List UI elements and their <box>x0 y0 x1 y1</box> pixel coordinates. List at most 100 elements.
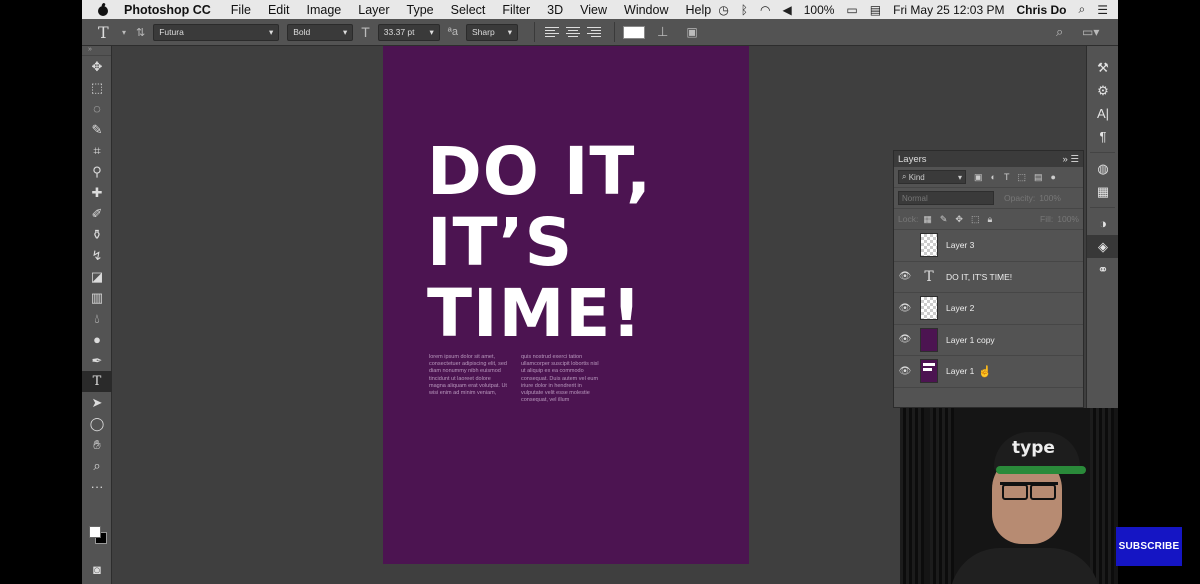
clone-stamp-tool-icon[interactable]: ⚱ <box>82 224 112 245</box>
filter-type-icon[interactable]: T <box>1004 172 1010 182</box>
font-family-select[interactable]: Futura ▾ <box>153 23 280 41</box>
ellipse-tool-icon[interactable]: ◯ <box>82 413 112 434</box>
eye-icon[interactable]: 👁︎ <box>894 366 916 377</box>
menu-select[interactable]: Select <box>451 3 486 17</box>
opacity-value[interactable]: 100% <box>1039 193 1061 203</box>
notification-center-icon[interactable]: ☰ <box>1097 3 1108 17</box>
battery-icon[interactable]: ▭ <box>846 3 857 17</box>
channels-icon[interactable]: ⚭ <box>1087 258 1118 281</box>
volume-icon[interactable]: ◀ <box>782 3 791 17</box>
filter-pixel-icon[interactable]: ▣ <box>974 172 983 183</box>
more-tools-icon[interactable]: ··· <box>82 476 112 497</box>
menu-edit[interactable]: Edit <box>268 3 290 17</box>
hand-tool-icon[interactable]: ✋︎ <box>82 434 112 455</box>
healing-brush-tool-icon[interactable]: ✚ <box>82 182 112 203</box>
eyedropper-tool-icon[interactable]: ⚲ <box>82 161 112 182</box>
filter-toggle-icon[interactable]: ● <box>1050 172 1055 182</box>
layer-row[interactable]: 👁︎ Layer 1 ☝ <box>894 356 1083 388</box>
menu-type[interactable]: Type <box>407 3 434 17</box>
lock-position-icon[interactable]: ✥ <box>955 214 963 225</box>
lock-artboard-icon[interactable]: ⬚ <box>971 214 980 225</box>
body-text-column-1[interactable]: lorem ipsum dolor sit amet, consectetuer… <box>429 354 507 397</box>
filter-smart-object-icon[interactable]: ▤ <box>1034 172 1043 183</box>
type-tool-preset-icon[interactable]: T <box>98 23 122 42</box>
paragraph-icon[interactable]: ¶ <box>1087 125 1118 148</box>
clock[interactable]: Fri May 25 12:03 PM <box>893 3 1004 17</box>
time-machine-icon[interactable]: ◷ <box>718 3 728 17</box>
quick-mask-icon[interactable]: ◙ <box>82 559 112 580</box>
text-orientation-icon[interactable]: ⇅ <box>136 26 145 39</box>
layer-row[interactable]: Layer 3 <box>894 230 1083 262</box>
workspace-icon[interactable]: ▭▾ <box>1082 25 1099 39</box>
swatches-icon[interactable]: ▦ <box>1087 180 1118 203</box>
chevron-down-icon[interactable]: ▾ <box>122 28 126 37</box>
dodge-tool-icon[interactable]: ● <box>82 329 112 350</box>
font-size-select[interactable]: 33.37 pt ▾ <box>377 23 440 41</box>
battery-percent[interactable]: 100% <box>804 3 835 17</box>
menu-view[interactable]: View <box>580 3 607 17</box>
layers-panel-title[interactable]: Layers <box>898 154 927 165</box>
filter-kind-select[interactable]: ⌕ Kind ▾ <box>898 170 966 184</box>
menu-window[interactable]: Window <box>624 3 668 17</box>
layer-row[interactable]: 👁︎ Layer 1 copy <box>894 325 1083 356</box>
menu-filter[interactable]: Filter <box>502 3 530 17</box>
layers-icon[interactable]: ◈ <box>1087 235 1118 258</box>
character-icon[interactable]: A| <box>1087 102 1118 125</box>
filter-shape-icon[interactable]: ⬚ <box>1017 172 1026 183</box>
antialias-select[interactable]: Sharp ▾ <box>466 23 518 41</box>
menu-layer[interactable]: Layer <box>358 3 389 17</box>
lasso-tool-icon[interactable]: ◌ <box>82 98 112 119</box>
pen-tool-icon[interactable]: ✒ <box>82 350 112 371</box>
menu-help[interactable]: Help <box>686 3 712 17</box>
adjustments-icon[interactable]: ◑ <box>1087 212 1118 235</box>
spotlight-icon[interactable]: ⌕ <box>1079 2 1086 17</box>
body-text-column-2[interactable]: quis nostrud exerci tation ullamcorper s… <box>521 354 599 404</box>
eye-icon[interactable]: 👁︎ <box>894 303 916 314</box>
color-wheel-icon[interactable]: ◍ <box>1087 157 1118 180</box>
eye-icon[interactable]: 👁︎ <box>894 334 916 345</box>
warp-text-icon[interactable]: ⊥ <box>657 24 668 40</box>
lock-all-icon[interactable]: 🔒︎ <box>987 214 992 225</box>
align-left-button[interactable] <box>543 24 561 40</box>
panel-grip[interactable]: » <box>82 46 111 56</box>
marquee-tool-icon[interactable]: ⬚ <box>82 77 112 98</box>
color-swatches[interactable] <box>89 526 109 546</box>
align-center-button[interactable] <box>564 24 582 40</box>
eye-icon[interactable]: 👁︎ <box>894 271 916 282</box>
user-name[interactable]: Chris Do <box>1016 3 1066 17</box>
apple-icon[interactable] <box>96 3 110 17</box>
quick-selection-tool-icon[interactable]: ✎ <box>82 119 112 140</box>
character-panel-icon[interactable]: ▣ <box>686 25 697 39</box>
foreground-color-swatch[interactable] <box>89 526 101 538</box>
document-canvas[interactable]: DO IT, IT’S TIME! lorem ipsum dolor sit … <box>383 46 749 564</box>
move-tool-icon[interactable]: ✥ <box>82 56 112 77</box>
lock-transparent-icon[interactable]: ▦ <box>923 214 932 225</box>
path-selection-tool-icon[interactable]: ➤ <box>82 392 112 413</box>
subscribe-button[interactable]: SUBSCRIBE <box>1116 527 1182 566</box>
wifi-icon[interactable]: ◠ <box>760 3 770 17</box>
blur-tool-icon[interactable]: 💧︎ <box>82 308 112 329</box>
text-color-swatch[interactable] <box>623 25 645 39</box>
blend-mode-select[interactable]: Normal <box>898 191 994 205</box>
layer-row[interactable]: 👁︎ Layer 2 <box>894 293 1083 325</box>
align-right-button[interactable] <box>585 24 603 40</box>
panel-menu-icon[interactable]: » ☰ <box>1063 154 1079 165</box>
brush-tool-icon[interactable]: ✐ <box>82 203 112 224</box>
font-style-select[interactable]: Bold ▾ <box>287 23 354 41</box>
layer-row[interactable]: 👁︎ T DO IT, IT'S TIME! <box>894 262 1083 293</box>
bluetooth-icon[interactable]: ᛒ <box>741 3 748 17</box>
menu-file[interactable]: File <box>231 3 251 17</box>
zoom-tool-icon[interactable]: ⌕ <box>82 455 112 476</box>
eraser-tool-icon[interactable]: ◪ <box>82 266 112 287</box>
menu-image[interactable]: Image <box>307 3 342 17</box>
poster-headline[interactable]: DO IT, IT’S TIME! <box>427 136 652 349</box>
properties-icon[interactable]: ⚙ <box>1087 79 1118 102</box>
menu-3d[interactable]: 3D <box>547 3 563 17</box>
filter-adjustment-icon[interactable]: ◐ <box>991 172 996 182</box>
flag-icon[interactable]: ▤ <box>870 3 881 17</box>
tool-presets-icon[interactable]: ⚒ <box>1087 56 1118 79</box>
crop-tool-icon[interactable]: ⌗ <box>82 140 112 161</box>
search-icon[interactable]: ⌕ <box>1056 24 1063 40</box>
fill-value[interactable]: 100% <box>1057 214 1079 224</box>
app-name-menu[interactable]: Photoshop CC <box>124 3 211 17</box>
